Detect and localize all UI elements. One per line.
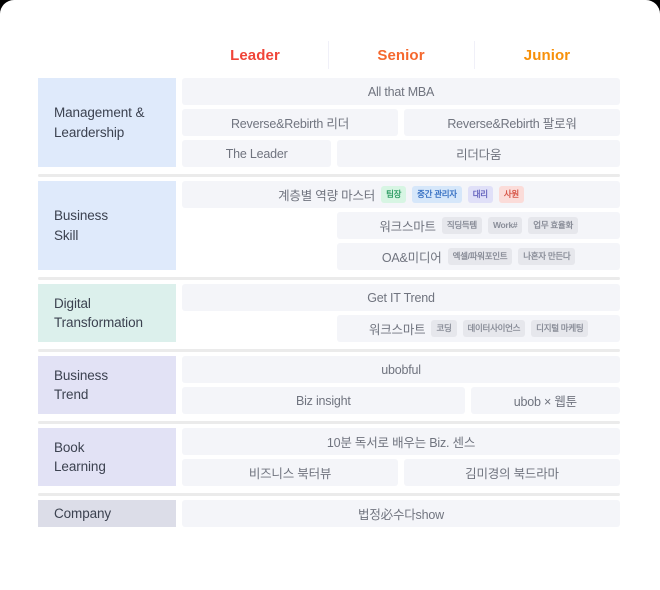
- course-cell[interactable]: ubob × 웹툰: [470, 387, 620, 414]
- course-cell[interactable]: ubobful: [182, 356, 620, 383]
- course-tag[interactable]: 업무 효율화: [528, 217, 578, 234]
- course-label: ubob × 웹툰: [513, 395, 577, 409]
- category-row: Business Trend ubobful Biz insight ubob × 웹…: [38, 349, 620, 421]
- lane: The Leader 리더다움: [182, 140, 620, 167]
- category-row: Management & Leardership All that MBA Reve…: [38, 78, 620, 174]
- column-header-senior[interactable]: Senior: [328, 47, 474, 64]
- course-tag[interactable]: 사원: [498, 186, 524, 203]
- schedule-matrix-page: Leader Senior Junior Management & Learders…: [0, 0, 660, 590]
- course-label: The Leader: [225, 146, 288, 161]
- lane-stack: 계층별 역량 마스터 팀장 중간 관리자 대리 사원워크스마트 직딩득템 Work# 업무 효…: [182, 181, 620, 270]
- lane: 워크스마트 직딩득템 Work# 업무 효율화: [182, 212, 620, 239]
- lane: OA&미디어 엑셀/파워포인트 나혼자 만든다: [182, 243, 620, 270]
- lane-stack: All that MBA Reverse&Rebirth 리더 Reverse&Re…: [182, 78, 620, 167]
- course-tag[interactable]: Work#: [487, 217, 523, 234]
- course-label: 10분 독서로 배우는 Biz. 센스: [326, 436, 476, 450]
- course-cell[interactable]: The Leader: [182, 140, 332, 167]
- course-tag[interactable]: 엑셀/파워포인트: [447, 248, 513, 265]
- lane: Get IT Trend: [182, 284, 620, 311]
- lane: 10분 독서로 배우는 Biz. 센스: [182, 428, 620, 455]
- course-cell[interactable]: 계층별 역량 마스터 팀장 중간 관리자 대리 사원: [182, 181, 620, 208]
- course-tag[interactable]: 팀장: [381, 186, 407, 203]
- course-cell[interactable]: All that MBA: [182, 78, 620, 105]
- lane: 워크스마트 코딩 데이터사이언스 디지털 마케팅: [182, 315, 620, 342]
- course-label: Biz insight: [295, 393, 351, 408]
- lane: Biz insight ubob × 웹툰: [182, 387, 620, 414]
- lane: 계층별 역량 마스터 팀장 중간 관리자 대리 사원: [182, 181, 620, 208]
- course-label: ubobful: [381, 362, 421, 377]
- course-label: 워크스마트: [368, 323, 426, 337]
- category-grid: Management & Leardership All that MBA Reve…: [38, 78, 620, 534]
- category-label: Book Learning: [38, 428, 176, 486]
- course-tag[interactable]: 대리: [467, 186, 493, 203]
- course-label: 김미경의 북드라마: [465, 467, 559, 481]
- course-tag[interactable]: 코딩: [431, 320, 457, 337]
- category-row: Company 법정必수다show: [38, 493, 620, 534]
- lane-spacer: [182, 315, 331, 342]
- course-cell[interactable]: 10분 독서로 배우는 Biz. 센스: [182, 428, 620, 455]
- course-label: 비즈니스 북터뷰: [248, 467, 332, 481]
- course-tag[interactable]: 직딩득템: [441, 217, 482, 234]
- course-label: 법정必수다show: [358, 508, 444, 522]
- lane-stack: ubobful Biz insight ubob × 웹툰: [182, 356, 620, 414]
- category-row: Business Skill 계층별 역량 마스터 팀장 중간 관리자 대리 사원워크스마…: [38, 174, 620, 277]
- course-cell[interactable]: 워크스마트 코딩 데이터사이언스 디지털 마케팅: [337, 315, 620, 342]
- course-label: 워크스마트: [379, 220, 436, 234]
- lane-spacer: [182, 212, 331, 239]
- course-label: 리더다움: [456, 148, 502, 162]
- lane: Reverse&Rebirth 리더 Reverse&Rebirth 팔로워: [182, 109, 620, 136]
- lane: ubobful: [182, 356, 620, 383]
- course-label: Reverse&Rebirth 팔로워: [447, 117, 577, 131]
- course-label: Reverse&Rebirth 리더: [230, 117, 350, 131]
- course-label: Get IT Trend: [367, 290, 435, 305]
- course-cell[interactable]: 법정必수다show: [182, 500, 620, 527]
- course-cell[interactable]: 리더다움: [337, 140, 620, 167]
- course-tag[interactable]: 나혼자 만든다: [518, 248, 576, 265]
- course-label: 계층별 역량 마스터: [278, 189, 376, 203]
- lane: 법정必수다show: [182, 500, 620, 527]
- category-row: Book Learning 10분 독서로 배우는 Biz. 센스 비즈니스 북터뷰…: [38, 421, 620, 493]
- lane: 비즈니스 북터뷰 김미경의 북드라마: [182, 459, 620, 486]
- category-label: Business Trend: [38, 356, 176, 414]
- course-cell[interactable]: Biz insight: [182, 387, 465, 414]
- course-tag[interactable]: 데이터사이언스: [462, 320, 526, 337]
- column-header-leader[interactable]: Leader: [182, 47, 328, 64]
- course-cell[interactable]: Reverse&Rebirth 리더: [182, 109, 398, 136]
- course-label: All that MBA: [367, 84, 435, 99]
- course-cell[interactable]: 비즈니스 북터뷰: [182, 459, 398, 486]
- course-cell[interactable]: 김미경의 북드라마: [404, 459, 620, 486]
- column-header-row: Leader Senior Junior: [182, 36, 620, 74]
- column-header-junior[interactable]: Junior: [474, 47, 620, 64]
- course-cell[interactable]: OA&미디어 엑셀/파워포인트 나혼자 만든다: [337, 243, 620, 270]
- lane-stack: Get IT Trend 워크스마트 코딩 데이터사이언스 디지털 마케팅: [182, 284, 620, 342]
- category-label: Digital Transformation: [38, 284, 176, 342]
- category-label: Management & Leardership: [38, 78, 176, 167]
- course-cell[interactable]: Reverse&Rebirth 팔로워: [404, 109, 620, 136]
- course-tag[interactable]: 중간 관리자: [412, 186, 462, 203]
- lane-spacer: [182, 243, 331, 270]
- lane-stack: 10분 독서로 배우는 Biz. 센스비즈니스 북터뷰 김미경의 북드라마: [182, 428, 620, 486]
- course-tag[interactable]: 디지털 마케팅: [531, 320, 589, 337]
- category-label: Company: [38, 500, 176, 527]
- course-cell[interactable]: 워크스마트 직딩득템 Work# 업무 효율화: [337, 212, 620, 239]
- lane-stack: 법정必수다show: [182, 500, 620, 527]
- course-label: OA&미디어: [381, 251, 442, 265]
- category-row: Digital Transformation Get IT Trend 워크스마트 코…: [38, 277, 620, 349]
- course-cell[interactable]: Get IT Trend: [182, 284, 620, 311]
- category-label: Business Skill: [38, 181, 176, 270]
- lane: All that MBA: [182, 78, 620, 105]
